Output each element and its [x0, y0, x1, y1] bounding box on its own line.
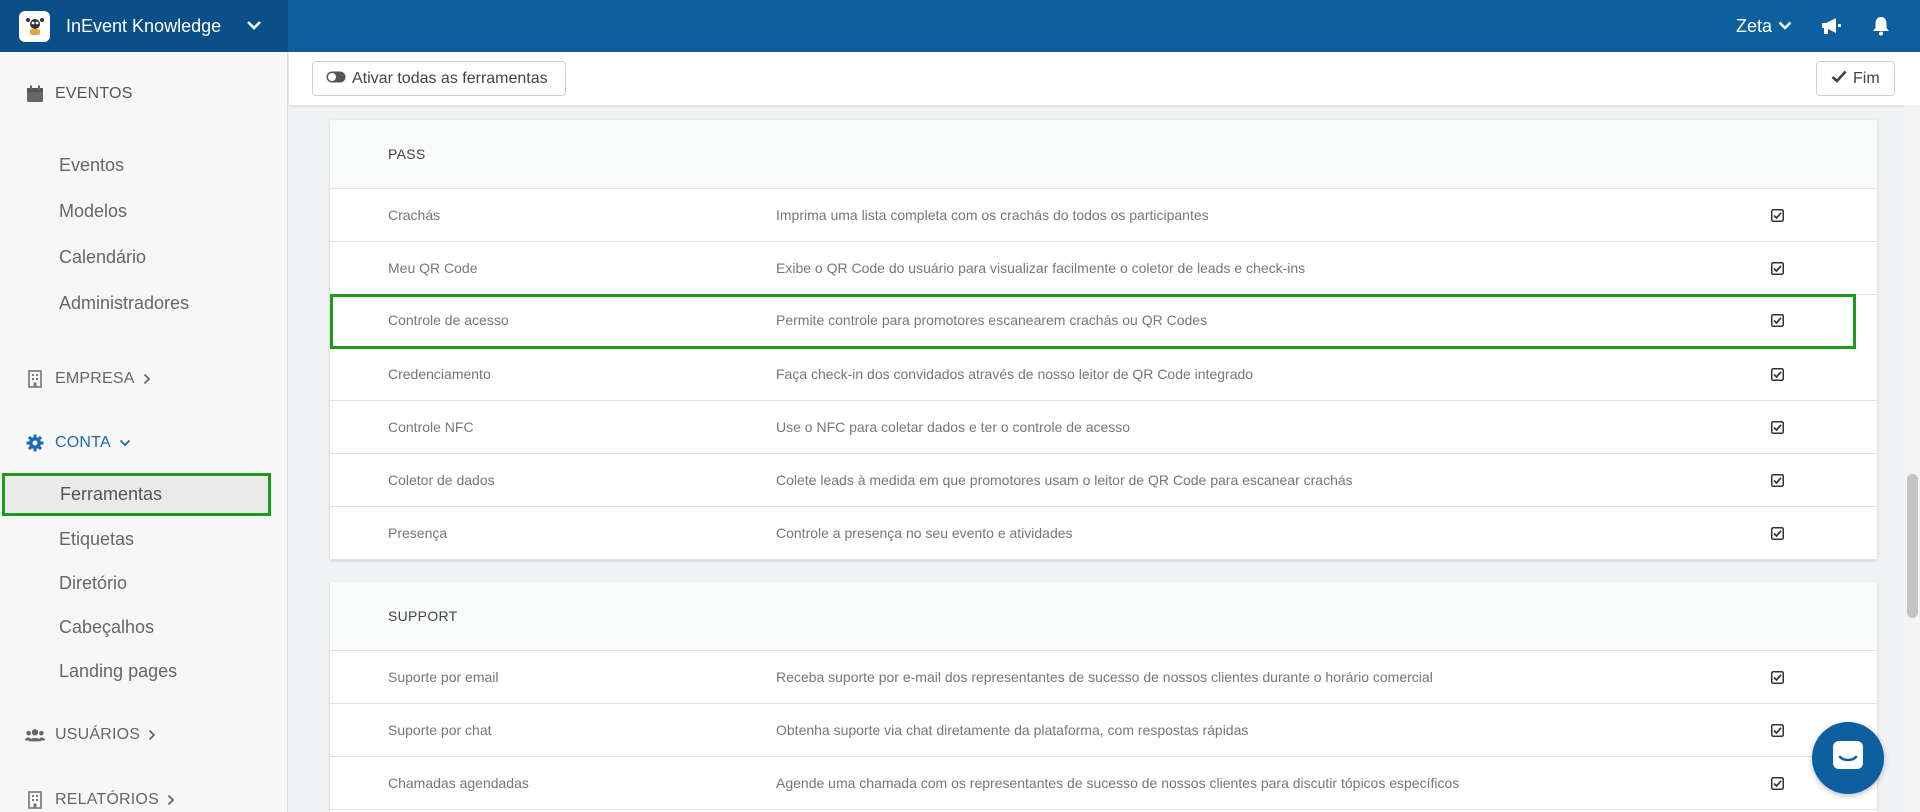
activate-all-tools-button[interactable]: Ativar todas as ferramentas: [312, 61, 566, 96]
app-title: InEvent Knowledge: [66, 15, 222, 36]
section-header: PASS: [330, 120, 1877, 189]
sidebar-section-empresa[interactable]: EMPRESA: [0, 359, 288, 399]
user-chevron-icon[interactable]: [1778, 17, 1792, 35]
section-header: SUPPORT: [330, 582, 1877, 651]
sidebar-item-diretorio[interactable]: Diretório: [0, 563, 288, 603]
tool-enabled-checkbox[interactable]: [1771, 368, 1784, 381]
activate-all-tools-label: Ativar todas as ferramentas: [352, 69, 548, 87]
tool-description: Permite controle para promotores escanea…: [776, 312, 1208, 328]
sidebar-item-modelos[interactable]: Modelos: [0, 191, 288, 231]
chevron-right-icon: [167, 794, 175, 806]
tool-enabled-checkbox[interactable]: [1771, 724, 1784, 737]
sidebar-section-relatorios[interactable]: RELATÓRIOS: [0, 780, 288, 812]
tool-row: Crachás Imprima uma lista completa com os…: [330, 189, 1877, 242]
tools-section-support: SUPPORT Suporte por email Receba suporte …: [330, 582, 1877, 812]
sidebar-section-eventos[interactable]: EVENTOS: [0, 74, 288, 114]
tool-name: Controle de acesso: [388, 312, 509, 328]
sidebar-section-label: RELATÓRIOS: [55, 791, 159, 808]
tool-description: Faça check-in dos convidados através de …: [776, 366, 1254, 382]
tool-enabled-checkbox[interactable]: [1771, 474, 1784, 487]
tool-description: Obtenha suporte via chat diretamente da …: [776, 722, 1249, 738]
sidebar-item-etiquetas[interactable]: Etiquetas: [0, 519, 288, 559]
top-bar: InEvent Knowledge Zeta: [0, 0, 1920, 52]
tool-enabled-checkbox[interactable]: [1771, 421, 1784, 434]
toolbar: Ativar todas as ferramentas Fim: [289, 52, 1920, 105]
page-scrollbar-thumb[interactable]: [1907, 474, 1918, 618]
bell-icon[interactable]: [1872, 16, 1890, 36]
tool-row: Suporte por email Receba suporte por e-ma…: [330, 651, 1877, 704]
app-logo-icon: [19, 10, 50, 42]
tool-enabled-checkbox[interactable]: [1771, 262, 1784, 275]
sidebar-section-label: CONTA: [55, 434, 111, 451]
tool-name: Meu QR Code: [388, 260, 478, 276]
users-icon: [25, 725, 45, 745]
sidebar-section-label: USUÁRIOS: [55, 726, 141, 743]
tool-name: Controle NFC: [388, 419, 474, 435]
app-switcher[interactable]: InEvent Knowledge: [0, 0, 288, 52]
chat-launcher-button[interactable]: [1812, 722, 1884, 794]
tool-description: Imprima uma lista completa com os crachá…: [776, 207, 1209, 223]
tool-name: Credenciamento: [388, 366, 491, 382]
tool-name: Suporte por chat: [388, 722, 492, 738]
tool-name: Suporte por email: [388, 669, 499, 685]
tool-enabled-checkbox[interactable]: [1771, 527, 1784, 540]
page-scrollbar-track[interactable]: [1904, 105, 1920, 812]
check-icon: [1831, 70, 1847, 88]
tool-description: Receba suporte por e-mail dos representa…: [776, 669, 1433, 685]
tool-enabled-checkbox[interactable]: [1771, 314, 1784, 327]
tool-row: Suporte por chat Obtenha suporte via chat…: [330, 704, 1877, 757]
sidebar-section-conta[interactable]: CONTA: [0, 423, 288, 463]
tool-row: Coletor de dados Colete leads à medida em…: [330, 454, 1877, 507]
tool-name: Crachás: [388, 207, 441, 223]
tool-description: Exibe o QR Code do usuário para visualiz…: [776, 260, 1306, 276]
sidebar-item-calendario[interactable]: Calendário: [0, 237, 288, 277]
tool-description: Controle a presença no seu evento e ativ…: [776, 525, 1073, 541]
sidebar: EVENTOS Eventos Modelos Calendário Admin…: [0, 52, 288, 812]
sidebar-item-cabecalhos[interactable]: Cabeçalhos: [0, 607, 288, 647]
sidebar-item-ferramentas[interactable]: Ferramentas: [2, 473, 271, 516]
calendar-icon: [25, 84, 45, 104]
tool-name: Coletor de dados: [388, 472, 495, 488]
chevron-down-icon[interactable]: [246, 17, 262, 35]
section-title: PASS: [388, 146, 426, 162]
tool-row: Meu QR Code Exibe o QR Code do usuário pa…: [330, 242, 1877, 295]
sidebar-section-label: EMPRESA: [55, 370, 135, 387]
finish-label: Fim: [1853, 69, 1880, 87]
chat-icon: [1831, 739, 1865, 778]
building-icon: [25, 369, 45, 389]
sidebar-item-landing-pages[interactable]: Landing pages: [0, 651, 288, 691]
sidebar-section-label: EVENTOS: [55, 85, 133, 102]
tool-description: Agende uma chamada com os representantes…: [776, 775, 1460, 791]
tool-description: Colete leads à medida em que promotores …: [776, 472, 1353, 488]
chevron-right-icon: [148, 729, 156, 741]
tools-section-pass: PASS Crachás Imprima uma lista completa c…: [330, 120, 1877, 560]
tool-enabled-checkbox[interactable]: [1771, 209, 1784, 222]
chevron-right-icon: [143, 373, 151, 385]
tool-row: Controle de acesso Permite controle para …: [330, 294, 1856, 349]
tool-row: Credenciamento Faça check-in dos convidad…: [330, 348, 1877, 401]
tool-name: Chamadas agendadas: [388, 775, 529, 791]
tool-description: Use o NFC para coletar dados e ter o con…: [776, 419, 1131, 435]
finish-button[interactable]: Fim: [1816, 61, 1895, 96]
building-icon: [25, 790, 45, 810]
section-title: SUPPORT: [388, 608, 458, 624]
sidebar-item-eventos[interactable]: Eventos: [0, 145, 288, 185]
user-menu-name[interactable]: Zeta: [1736, 16, 1772, 37]
gear-icon: [25, 433, 45, 453]
sidebar-item-administradores[interactable]: Administradores: [0, 283, 288, 323]
toggle-icon: [326, 70, 346, 88]
tool-enabled-checkbox[interactable]: [1771, 671, 1784, 684]
tool-enabled-checkbox[interactable]: [1771, 777, 1784, 790]
tool-name: Presença: [388, 525, 448, 541]
tool-row: Presença Controle a presença no seu event…: [330, 507, 1877, 560]
tool-row: Controle NFC Use o NFC para coletar dados…: [330, 401, 1877, 454]
megaphone-icon[interactable]: [1820, 16, 1842, 36]
tool-row: Chamadas agendadas Agende uma chamada com…: [330, 757, 1877, 810]
chevron-down-icon: [119, 439, 131, 447]
sidebar-section-usuarios[interactable]: USUÁRIOS: [0, 715, 288, 755]
